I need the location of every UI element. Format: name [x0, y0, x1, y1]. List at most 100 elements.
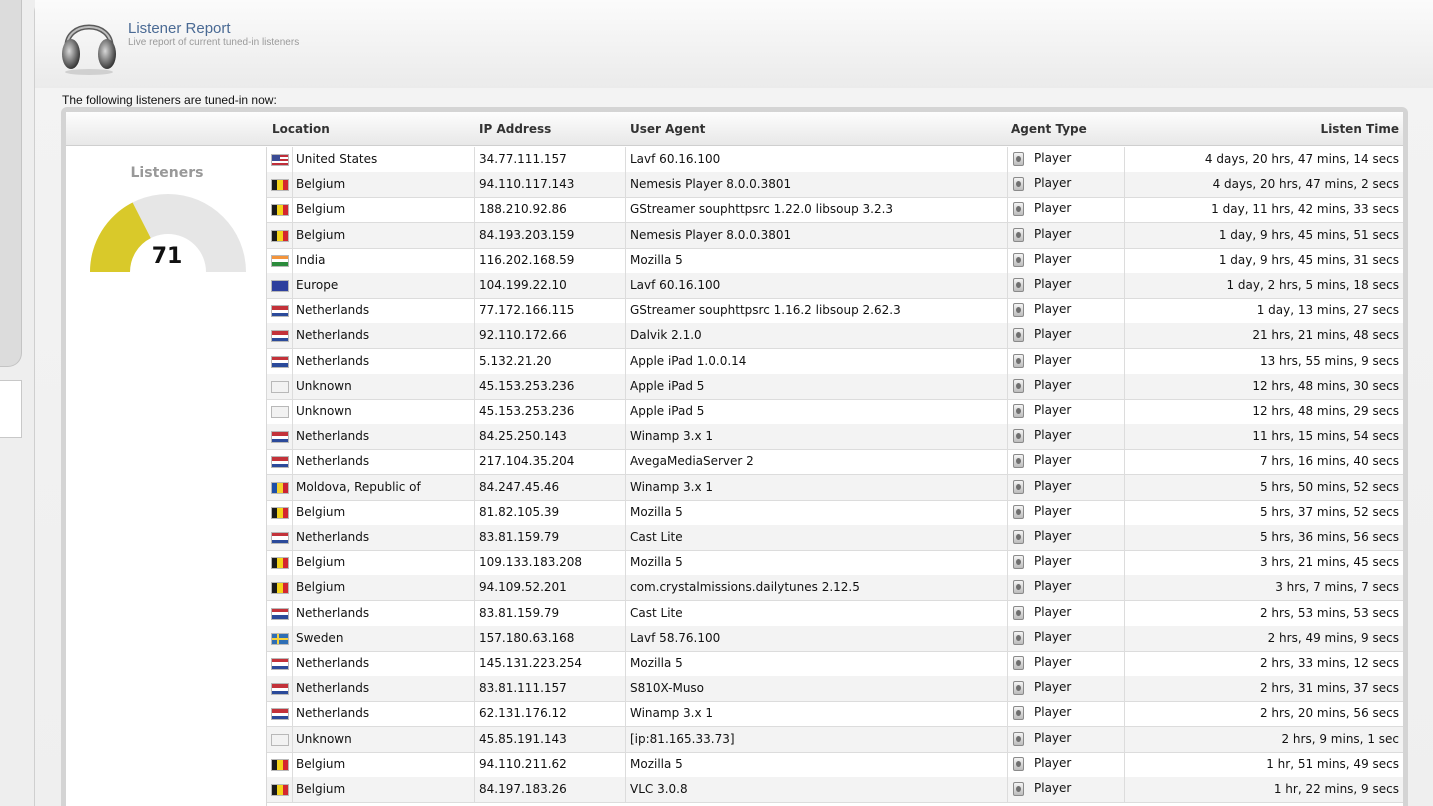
- listener-user-agent: Nemesis Player 8.0.0.3801: [630, 227, 792, 242]
- column-header-ip-address[interactable]: IP Address: [479, 122, 551, 136]
- listeners-count: 71: [151, 244, 183, 269]
- column-divider: [1124, 172, 1125, 198]
- player-icon: [1013, 656, 1024, 670]
- column-divider: [1124, 651, 1125, 676]
- listener-location: Belgium: [296, 580, 346, 595]
- column-divider: [292, 424, 293, 450]
- player-icon: [1013, 681, 1024, 696]
- listener-user-agent: Apple iPad 5: [630, 378, 705, 393]
- listener-location: Netherlands: [296, 328, 370, 343]
- table-row: Netherlands 92.110.172.66 Dalvik 2.1.0 Play…: [267, 323, 1403, 350]
- column-divider: [1007, 147, 1008, 172]
- listener-location: India: [296, 252, 326, 267]
- table-row: Netherlands 83.81.111.157 S810X-Muso Player…: [267, 676, 1403, 703]
- column-header-user-agent[interactable]: User Agent: [630, 122, 705, 136]
- player-icon: [1013, 756, 1024, 771]
- player-icon: [1013, 580, 1024, 595]
- listener-user-agent: Winamp 3.x 1: [630, 479, 714, 494]
- listener-listen-time: 12 hrs, 48 mins, 29 secs: [1252, 404, 1399, 418]
- column-divider: [625, 247, 626, 273]
- listener-ip-address: 45.153.253.236: [479, 378, 575, 393]
- player-icon: [1013, 479, 1024, 494]
- column-divider: [625, 298, 626, 324]
- listener-user-agent: Apple iPad 5: [630, 404, 705, 418]
- listeners-label: Listeners: [130, 165, 204, 181]
- column-header-agent-type[interactable]: Agent Type: [1011, 122, 1087, 136]
- listener-agent-type: Player: [1034, 655, 1072, 669]
- left-side-tab[interactable]: [0, 380, 22, 438]
- listener-listen-time: 4 days, 20 hrs, 47 mins, 14 secs: [1204, 152, 1399, 166]
- listener-agent-type: Player: [1034, 629, 1072, 644]
- listener-listen-time: 1 hr, 51 mins, 49 secs: [1266, 756, 1399, 771]
- table-row: Netherlands 84.25.250.143 Winamp 3.x 1 Play…: [267, 424, 1403, 451]
- listener-listen-time: 2 hrs, 20 mins, 56 secs: [1259, 706, 1399, 721]
- column-divider: [1124, 298, 1125, 324]
- listener-ip-address: 83.81.111.157: [479, 681, 567, 696]
- table-row: Netherlands 77.172.166.115 GStreamer souph…: [267, 298, 1403, 325]
- column-divider: [625, 222, 626, 248]
- country-flag-icon: [271, 154, 289, 166]
- column-divider: [1007, 651, 1008, 676]
- country-flag-icon: [271, 733, 289, 746]
- column-divider: [292, 525, 293, 550]
- column-divider: [1124, 525, 1125, 550]
- column-header-location[interactable]: Location: [272, 122, 330, 136]
- country-flag-icon: [271, 532, 289, 544]
- table-row: India 116.202.168.59 Mozilla 5 Player 1 day,…: [267, 247, 1403, 274]
- column-divider: [1124, 197, 1125, 223]
- country-flag-icon: [271, 179, 289, 192]
- listener-ip-address: 104.199.22.10: [479, 278, 567, 292]
- column-divider: [474, 676, 475, 702]
- column-divider: [1007, 424, 1008, 450]
- listener-table: Location IP Address User Agent Agent Typ…: [66, 112, 1403, 806]
- country-flag-icon: [271, 431, 289, 444]
- column-divider: [474, 197, 475, 223]
- column-divider: [625, 323, 626, 349]
- listener-ip-address: 83.81.159.79: [479, 530, 560, 544]
- country-flag-icon: [271, 683, 289, 696]
- player-icon: [1013, 353, 1024, 368]
- column-divider: [292, 575, 293, 601]
- listener-user-agent: Mozilla 5: [630, 555, 683, 570]
- listener-ip-address: 94.109.52.201: [479, 580, 567, 595]
- column-divider: [474, 751, 475, 777]
- column-divider: [1007, 373, 1008, 399]
- column-divider: [292, 273, 293, 298]
- player-icon: [1013, 530, 1024, 544]
- country-flag-icon: [271, 330, 289, 343]
- listener-agent-type: Player: [1034, 554, 1072, 569]
- country-flag-icon: [271, 607, 289, 620]
- column-divider: [1007, 172, 1008, 198]
- listener-listen-time: 11 hrs, 15 mins, 54 secs: [1252, 429, 1399, 444]
- listener-listen-time: 7 hrs, 16 mins, 40 secs: [1259, 454, 1399, 469]
- listener-listen-time: 1 day, 9 hrs, 45 mins, 51 secs: [1218, 227, 1399, 242]
- player-icon: [1013, 706, 1024, 721]
- column-divider: [1007, 525, 1008, 550]
- country-flag-icon: [271, 380, 289, 393]
- listener-user-agent: Lavf 60.16.100: [630, 152, 721, 166]
- table-row: Belgium 94.110.117.143 Nemesis Player 8.0.…: [267, 172, 1403, 199]
- listener-location: Netherlands: [296, 681, 370, 696]
- column-divider: [1007, 625, 1008, 651]
- listener-location: Netherlands: [296, 353, 370, 368]
- column-divider: [625, 399, 626, 424]
- listener-location: Moldova, Republic of: [296, 479, 421, 494]
- column-header-listen-time[interactable]: Listen Time: [1321, 122, 1399, 136]
- listener-listen-time: 5 hrs, 50 mins, 52 secs: [1259, 479, 1399, 494]
- intro-text: The following listeners are tuned-in now…: [62, 93, 277, 107]
- listener-location: Netherlands: [296, 530, 370, 544]
- column-divider: [1124, 222, 1125, 248]
- country-flag-icon: [271, 632, 289, 645]
- listener-location: Netherlands: [296, 706, 370, 721]
- listener-ip-address: 94.110.211.62: [479, 756, 567, 771]
- player-icon: [1013, 378, 1024, 393]
- listener-user-agent: GStreamer souphttpsrc 1.16.2 libsoup 2.6…: [630, 303, 901, 318]
- listener-agent-type: Player: [1034, 781, 1072, 795]
- player-icon: [1013, 328, 1024, 343]
- column-divider: [1007, 247, 1008, 273]
- column-divider: [474, 651, 475, 676]
- column-divider: [1124, 777, 1125, 802]
- listener-location: Belgium: [296, 555, 346, 570]
- player-icon: [1013, 630, 1024, 645]
- listener-agent-type: Player: [1034, 730, 1072, 745]
